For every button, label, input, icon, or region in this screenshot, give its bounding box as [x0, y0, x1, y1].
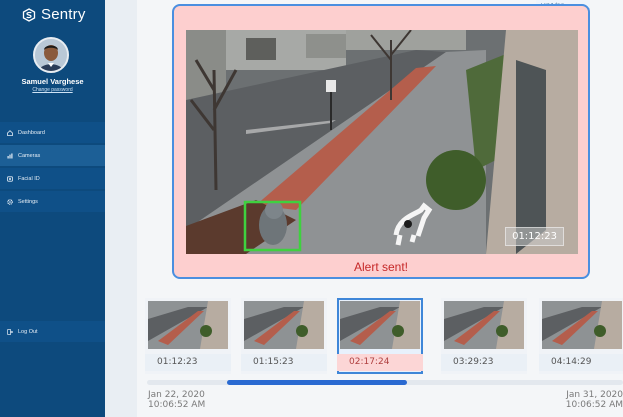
- camera-video-frame[interactable]: 01:12:23: [186, 30, 578, 254]
- sidebar-item-facial-id[interactable]: Facial ID: [0, 168, 105, 189]
- alert-card: 01:12:23 Alert sent!: [172, 4, 590, 279]
- timeline-scrollbar-thumb[interactable]: [227, 380, 407, 385]
- timeline-start-time: 10:06:52 AM: [148, 400, 206, 410]
- thumbnail-image: [542, 301, 622, 349]
- timeline-end: Jan 31, 2020 10:06:52 AM: [563, 390, 623, 410]
- thumbnail-time: 01:15:23: [241, 354, 327, 371]
- change-password-link[interactable]: Change password: [0, 87, 105, 93]
- thumbnail-image: [444, 301, 524, 349]
- sidebar-item-dashboard[interactable]: Dashboard: [0, 122, 105, 143]
- timeline-end-date: Jan 31, 2020: [566, 390, 623, 400]
- timeline-start-date: Jan 22, 2020: [148, 390, 205, 400]
- camera-icon: [7, 153, 13, 159]
- sidebar-item-label: Facial ID: [18, 175, 40, 182]
- sentry-logo-icon: [22, 7, 36, 22]
- sidebar-item-cameras[interactable]: Cameras: [0, 145, 105, 166]
- timeline-track[interactable]: [147, 380, 623, 385]
- thumbnail-item[interactable]: 04:14:29: [539, 298, 623, 374]
- thumbnail-item[interactable]: 01:12:23: [145, 298, 231, 374]
- user-name: Samuel Varghese: [21, 77, 84, 86]
- sidebar-item-label: Dashboard: [18, 129, 45, 136]
- avatar[interactable]: [33, 37, 69, 73]
- video-timestamp: 01:12:23: [505, 227, 564, 246]
- thumbnail-time: 03:29:23: [441, 354, 527, 371]
- thumbnail-time: 04:14:29: [539, 354, 623, 371]
- home-icon: [7, 129, 13, 136]
- thumbnail-image: [244, 301, 324, 349]
- thumbnail-item[interactable]: 03:29:23: [441, 298, 527, 374]
- brand-name: Sentry: [41, 6, 86, 23]
- sidebar-item-label: Cameras: [18, 152, 41, 159]
- timeline-end-time: 10:06:52 AM: [565, 400, 623, 410]
- timeline-start: Jan 22, 2020 10:06:52 AM: [148, 390, 205, 410]
- sidebar-nav: Dashboard Cameras Facial ID Settings: [0, 122, 105, 214]
- content-gutter: [105, 0, 137, 417]
- thumbnail-strip: 01:12:23 01:15:23 02:17:24 03:29:23 04:1…: [137, 298, 623, 378]
- alert-status-text: Alert sent!: [353, 260, 409, 274]
- brand[interactable]: Sentry: [22, 6, 86, 23]
- thumbnail-item-selected[interactable]: 02:17:24: [337, 298, 423, 374]
- logout-icon: [7, 328, 14, 335]
- face-icon: [7, 175, 13, 182]
- thumbnail-item[interactable]: 01:15:23: [241, 298, 327, 374]
- sidebar: Sentry Samuel Varghese Change password D…: [0, 0, 105, 417]
- sidebar-item-settings[interactable]: Settings: [0, 191, 105, 212]
- thumbnail-time: 01:12:23: [145, 354, 231, 371]
- logout-button[interactable]: Log Out: [0, 321, 105, 342]
- thumbnail-image: [340, 301, 420, 349]
- thumbnail-image: [148, 301, 228, 349]
- sidebar-item-label: Settings: [18, 198, 38, 205]
- gear-icon: [7, 198, 13, 205]
- logout-label: Log Out: [18, 328, 38, 335]
- thumbnail-time: 02:17:24: [337, 354, 423, 371]
